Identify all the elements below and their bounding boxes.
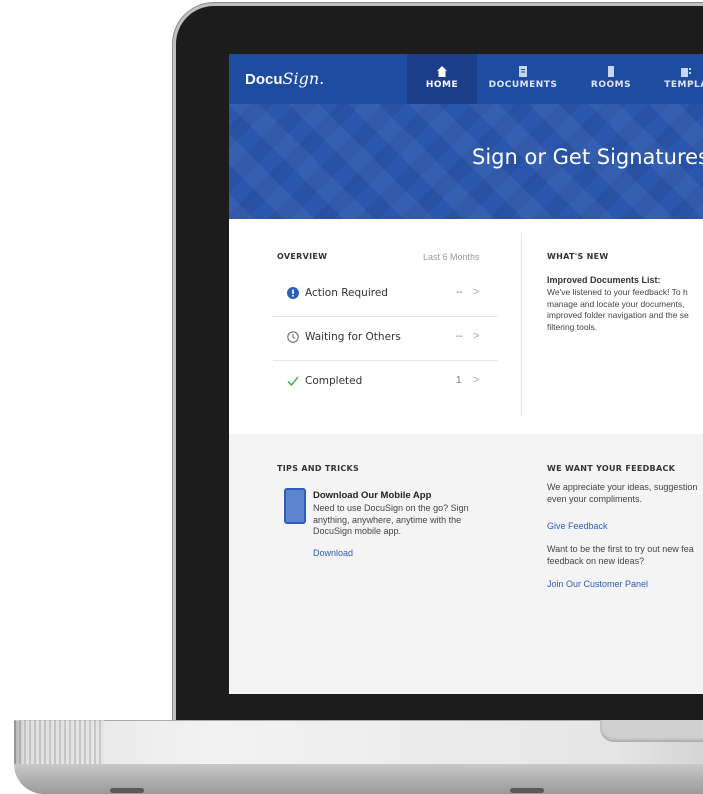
laptop-opening-notch <box>600 720 703 742</box>
nav-templates[interactable]: TEMPLA <box>651 54 703 104</box>
overview-row-label: Waiting for Others <box>305 331 401 343</box>
customer-panel-link[interactable]: Join Our Customer Panel <box>547 579 648 589</box>
docusign-logo[interactable]: DocuSign. <box>245 69 324 88</box>
overview-title: OVERVIEW <box>277 252 328 261</box>
tip-item-title: Download Our Mobile App <box>313 490 432 501</box>
templates-icon <box>681 68 691 77</box>
download-link[interactable]: Download <box>313 548 353 558</box>
overview-row-waiting[interactable]: Waiting for Others -- > <box>273 317 498 361</box>
nav-documents[interactable]: DOCUMENTS <box>483 54 563 104</box>
feedback-text-panel: Want to be the first to try out new fea … <box>547 544 694 566</box>
home-icon <box>437 66 447 77</box>
laptop-base-stripe <box>14 720 104 764</box>
give-feedback-link[interactable]: Give Feedback <box>547 521 608 531</box>
whats-new-item-body: We've listened to your feedback! To h ma… <box>547 287 689 332</box>
chevron-right-icon: > <box>473 374 480 386</box>
column-divider <box>521 234 522 416</box>
overview-row-completed[interactable]: Completed 1 > <box>273 361 498 404</box>
nav-home[interactable]: HOME <box>407 54 477 104</box>
tip-item-body: Need to use DocuSign on the go? Sign any… <box>313 503 469 536</box>
alert-icon <box>287 287 299 299</box>
overview-row-count: -- <box>456 331 463 342</box>
chevron-right-icon: > <box>473 286 480 298</box>
overview-row-count: 1 <box>456 375 462 386</box>
laptop-base <box>0 720 703 794</box>
overview-range: Last 6 Months <box>423 252 480 262</box>
nav-rooms-label: ROOMS <box>590 80 632 90</box>
logo-text: Docu <box>245 71 283 88</box>
feedback-text-ideas: We appreciate your ideas, suggestion eve… <box>547 482 698 504</box>
top-navigation: DocuSign. HOME DOCUMENTS ROOMS TEMPLA <box>229 54 703 104</box>
overview-row-action-required[interactable]: Action Required -- > <box>273 273 498 317</box>
logo-script: Sign. <box>282 69 325 88</box>
overview-row-count: -- <box>456 287 463 298</box>
clock-icon <box>287 331 299 343</box>
tips-title: TIPS AND TRICKS <box>277 464 360 473</box>
whats-new-title: WHAT'S NEW <box>547 252 609 261</box>
whats-new-item-title: Improved Documents List: <box>547 275 661 285</box>
laptop-foot <box>510 788 544 793</box>
mobile-phone-icon <box>284 488 306 524</box>
hero-title: Sign or Get Signatures <box>472 145 703 169</box>
overview-row-label: Completed <box>305 375 363 387</box>
laptop-foot <box>110 788 144 793</box>
overview-row-label: Action Required <box>305 287 388 299</box>
feedback-title: WE WANT YOUR FEEDBACK <box>547 464 676 473</box>
nav-templates-label: TEMPLA <box>664 80 703 90</box>
nav-rooms[interactable]: ROOMS <box>581 54 641 104</box>
check-icon <box>287 376 299 387</box>
document-icon <box>519 66 527 77</box>
nav-documents-label: DOCUMENTS <box>488 80 558 90</box>
nav-home-label: HOME <box>425 80 459 90</box>
app-screen: DocuSign. HOME DOCUMENTS ROOMS TEMPLA Si… <box>229 54 703 694</box>
chevron-right-icon: > <box>473 330 480 342</box>
hero-banner: Sign or Get Signatures <box>229 104 703 219</box>
rooms-icon <box>608 66 614 77</box>
